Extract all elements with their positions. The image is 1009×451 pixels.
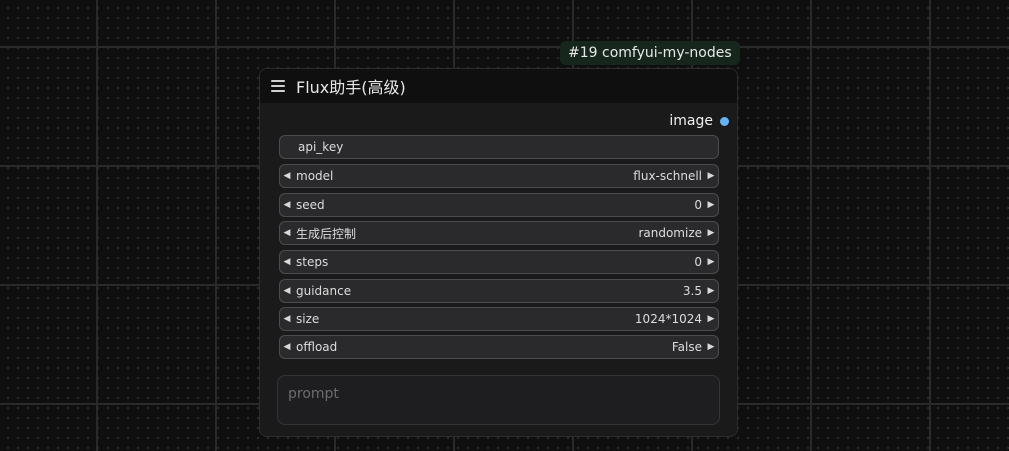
widget-value: 1024*1024 xyxy=(634,312,702,326)
prompt-placeholder: prompt xyxy=(288,386,339,402)
widget-label: offload xyxy=(296,340,338,354)
widget-label: guidance xyxy=(296,284,352,298)
node-id-badge: #19 comfyui-my-nodes xyxy=(560,41,740,65)
decrement-arrow-icon[interactable]: ◀ xyxy=(280,228,294,238)
increment-arrow-icon[interactable]: ▶ xyxy=(704,286,718,296)
widget-value: 0 xyxy=(694,198,702,212)
increment-arrow-icon[interactable]: ▶ xyxy=(704,342,718,352)
decrement-arrow-icon[interactable]: ◀ xyxy=(280,257,294,267)
widget-value: 3.5 xyxy=(682,284,702,298)
increment-arrow-icon[interactable]: ▶ xyxy=(704,257,718,267)
node-title: Flux助手(高级) xyxy=(296,78,406,97)
increment-arrow-icon[interactable]: ▶ xyxy=(704,200,718,210)
steps-number[interactable]: ◀ steps 0 ▶ xyxy=(279,250,719,274)
size-combo[interactable]: ◀ size 1024*1024 ▶ xyxy=(279,307,719,331)
guidance-number[interactable]: ◀ guidance 3.5 ▶ xyxy=(279,279,719,303)
widget-label: 生成后控制 xyxy=(296,226,357,241)
widget-value: False xyxy=(671,340,702,354)
decrement-arrow-icon[interactable]: ◀ xyxy=(280,342,294,352)
model-combo[interactable]: ◀ model flux-schnell ▶ xyxy=(279,164,719,188)
api-key-field[interactable]: api_key xyxy=(279,135,719,159)
widget-label: model xyxy=(296,169,334,183)
widget-label: steps xyxy=(296,255,329,269)
output-connector-dot[interactable] xyxy=(720,116,729,126)
node-header[interactable]: Flux助手(高级) xyxy=(260,69,737,103)
widget-label: size xyxy=(296,312,320,326)
widget-label: seed xyxy=(296,198,325,212)
control-after-generate-combo[interactable]: ◀ 生成后控制 randomize ▶ xyxy=(279,221,719,245)
increment-arrow-icon[interactable]: ▶ xyxy=(704,228,718,238)
prompt-textarea[interactable]: prompt xyxy=(277,375,720,425)
widget-value: 0 xyxy=(694,255,702,269)
seed-number[interactable]: ◀ seed 0 ▶ xyxy=(279,193,719,217)
widget-value: flux-schnell xyxy=(633,169,702,183)
increment-arrow-icon[interactable]: ▶ xyxy=(704,314,718,324)
output-label: image xyxy=(669,113,713,129)
flux-helper-node[interactable]: Flux助手(高级) image api_key ◀ model flux-sc… xyxy=(259,68,738,437)
output-slot-image[interactable]: image xyxy=(669,113,729,129)
increment-arrow-icon[interactable]: ▶ xyxy=(704,171,718,181)
offload-toggle[interactable]: ◀ offload False ▶ xyxy=(279,335,719,359)
decrement-arrow-icon[interactable]: ◀ xyxy=(280,200,294,210)
decrement-arrow-icon[interactable]: ◀ xyxy=(280,286,294,296)
api-key-label: api_key xyxy=(298,140,344,154)
decrement-arrow-icon[interactable]: ◀ xyxy=(280,314,294,324)
menu-icon[interactable] xyxy=(271,80,285,92)
widget-value: randomize xyxy=(638,226,702,240)
decrement-arrow-icon[interactable]: ◀ xyxy=(280,171,294,181)
